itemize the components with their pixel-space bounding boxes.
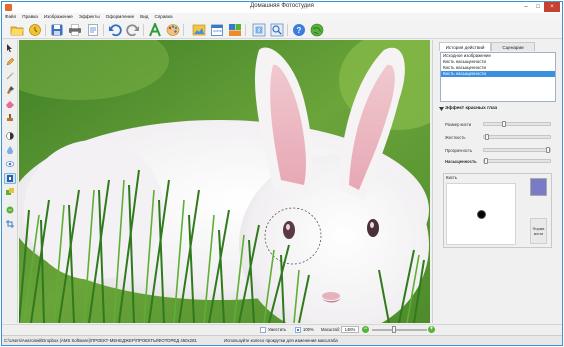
text-tool-icon[interactable] [6,206,14,214]
page-setup-icon[interactable] [86,23,100,37]
slider-thumb[interactable] [501,121,506,127]
brush-size-slider[interactable] [483,121,551,127]
blur-icon[interactable] [6,146,14,155]
actual-size-icon[interactable] [295,327,301,333]
scale-label: Масштаб: [321,327,341,332]
slider-thumb[interactable] [546,147,551,153]
app-window: Домашняя Фотостудия – □ × Файл Правка Из… [1,1,563,346]
menu-help[interactable]: Справка [151,13,175,21]
brush-icon[interactable] [6,86,14,94]
menu-effects[interactable]: Эффекты [76,13,103,21]
image-icon[interactable] [192,23,206,37]
fit-icon[interactable] [260,327,266,333]
slider-thumb[interactable] [483,158,488,164]
collapse-icon[interactable] [439,107,444,111]
menu-edit[interactable]: Правка [19,13,41,21]
open-recent-icon[interactable] [28,23,42,37]
zoom-in-icon[interactable]: + [428,326,435,333]
saturation-slider[interactable] [483,158,551,164]
brush-color-swatch[interactable] [530,178,547,196]
fill-bucket-icon[interactable] [6,188,14,196]
window-title: Домашняя Фотостудия [250,3,314,9]
transparency-slider[interactable] [483,147,551,153]
tab-history[interactable]: История действий [439,42,491,51]
tab-scenarios[interactable]: Сценарии [491,42,535,51]
history-list: Исходное изображение Кисть насыщенности … [440,52,556,102]
brush-shape-button[interactable]: Форма кисти [530,218,547,244]
collage-icon[interactable] [228,23,242,37]
redo-icon[interactable] [126,23,140,37]
photo-rabbit [19,40,430,323]
zoom-slider-thumb[interactable] [392,326,396,333]
toolbar-separator [287,24,288,36]
stamp-icon[interactable] [6,114,14,122]
open-icon[interactable] [10,23,24,37]
menu-decoration[interactable]: Оформление [103,13,138,21]
zoom-value-field[interactable]: 148% [341,326,359,333]
print-icon[interactable] [68,23,82,37]
menu-view[interactable]: Вид [137,13,151,21]
red-eye-icon[interactable] [5,160,15,168]
toolbar-separator [183,24,184,36]
list-item-selected[interactable]: Кисть насыщенности [441,71,555,77]
brightness-icon[interactable] [4,173,16,184]
crop-icon[interactable] [6,220,14,228]
eraser-icon[interactable] [6,100,14,108]
brush-size-label: Размер кисти [445,122,472,127]
palette-icon[interactable] [166,23,180,37]
contrast-icon[interactable] [6,132,14,140]
saturation-label: Насыщенность [445,159,477,164]
section-title: Эффект красных глаз [445,106,498,111]
tool-strip [2,40,18,323]
menu-bar: Файл Правка Изображение Эффекты Оформлен… [2,13,562,21]
hardness-label: Жесткость [445,135,466,140]
undo-icon[interactable] [108,23,122,37]
fit-button[interactable]: Уместить [268,327,286,332]
file-path: C:\Users\Анатолий\Dropbox (AMS Software)… [4,338,197,343]
globe-icon[interactable] [310,23,324,37]
maximize-icon[interactable]: □ [532,2,544,12]
svg-text:?: ? [297,26,302,35]
transparency-label: Прозрачность [445,148,473,153]
title-bar: Домашняя Фотостудия – □ × [2,2,562,13]
toolbar: ? [2,21,562,39]
menu-file[interactable]: Файл [2,13,19,21]
actual-size-button[interactable]: 100% [303,327,314,332]
window-controls: – □ × [520,2,560,12]
zoom-bar: Уместить 100% Масштаб: 148% − + [2,324,562,334]
status-bar: C:\Users\Анатолий\Dropbox (AMS Software)… [2,335,562,345]
toolbar-separator [45,24,46,36]
select-arrow-icon[interactable] [6,44,14,53]
minimize-icon[interactable]: – [520,2,532,12]
brush-preview [446,183,516,245]
help-icon[interactable]: ? [292,23,306,37]
text-icon[interactable] [148,21,162,37]
hardness-slider[interactable] [483,134,551,140]
save-icon[interactable] [50,23,64,37]
right-panel: История действий Сценарии Исходное изобр… [432,40,562,323]
brush-dot [477,210,486,219]
zoom-slider[interactable] [372,326,427,333]
toolbar-separator [245,24,246,36]
status-hint: Используйте колесо прокрутки для изменен… [224,338,338,343]
slider-thumb[interactable] [485,134,490,140]
close-icon[interactable]: × [544,2,560,12]
brush-group: Кисть Форма кисти [443,173,552,248]
zoom-out-icon[interactable]: − [362,326,369,333]
zoom-tool-icon[interactable] [270,23,284,37]
magic-wand-icon[interactable] [6,72,14,80]
calendar-icon[interactable] [210,23,224,37]
image-canvas[interactable] [19,40,430,323]
pencil-icon[interactable] [6,57,15,66]
resize-icon[interactable] [252,23,266,37]
menu-image[interactable]: Изображение [41,13,76,21]
brush-label: Кисть [446,175,457,180]
toolbar-separator [103,24,104,36]
toolbar-separator [143,24,144,36]
